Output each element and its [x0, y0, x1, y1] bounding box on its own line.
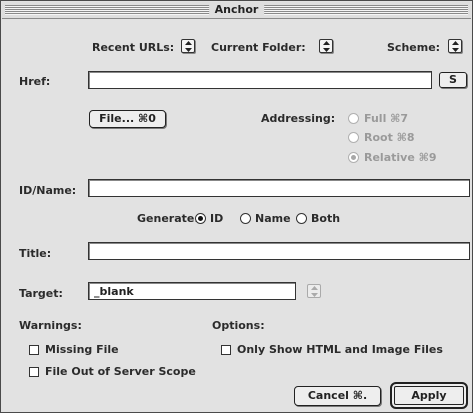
- href-input[interactable]: [88, 71, 432, 89]
- href-s-button[interactable]: S: [439, 72, 467, 88]
- id-name-input[interactable]: [88, 179, 470, 197]
- current-folder-popup[interactable]: [319, 39, 333, 53]
- recent-urls-label: Recent URLs:: [92, 41, 175, 54]
- addressing-full-radio[interactable]: [348, 113, 359, 124]
- addressing-root-radio[interactable]: [348, 132, 359, 143]
- title-input[interactable]: [88, 242, 470, 260]
- generate-label: Generate:: [137, 212, 199, 225]
- generate-name-label: Name: [255, 212, 291, 225]
- target-label: Target:: [19, 287, 63, 300]
- up-down-arrows-icon: [185, 41, 192, 52]
- apply-button[interactable]: Apply: [390, 382, 468, 409]
- up-down-arrows-icon: [323, 41, 330, 52]
- generate-both-radio[interactable]: [296, 213, 307, 224]
- generate-id-label: ID: [210, 212, 224, 225]
- target-popup[interactable]: [307, 284, 321, 298]
- title-label: Title:: [19, 247, 52, 260]
- apply-button-label: Apply: [411, 389, 447, 402]
- current-folder-label: Current Folder:: [211, 41, 306, 54]
- href-label: Href:: [19, 75, 51, 88]
- server-scope-checkbox[interactable]: [29, 367, 39, 377]
- title-bar[interactable]: Anchor: [2, 2, 471, 19]
- addressing-relative-radio[interactable]: [348, 152, 359, 163]
- recent-urls-popup[interactable]: [181, 39, 195, 53]
- scheme-popup[interactable]: [448, 39, 462, 53]
- only-html-images-checkbox[interactable]: [221, 345, 231, 355]
- warnings-label: Warnings:: [19, 319, 82, 332]
- missing-file-checkbox[interactable]: [29, 345, 39, 355]
- cancel-button[interactable]: Cancel ⌘.: [294, 386, 381, 406]
- generate-both-label: Both: [311, 212, 341, 225]
- scheme-label: Scheme:: [387, 41, 441, 54]
- anchor-dialog: Anchor Recent URLs: Current Folder: Sche…: [0, 0, 473, 413]
- addressing-label: Addressing:: [261, 112, 336, 125]
- up-down-arrows-icon: [311, 286, 318, 297]
- addressing-relative-label: Relative ⌘9: [364, 151, 437, 164]
- id-name-label: ID/Name:: [19, 184, 77, 197]
- only-html-images-label: Only Show HTML and Image Files: [237, 343, 443, 356]
- window-title: Anchor: [208, 2, 265, 18]
- target-input[interactable]: _blank: [88, 282, 296, 300]
- generate-name-radio[interactable]: [240, 213, 251, 224]
- addressing-full-label: Full ⌘7: [364, 112, 409, 125]
- addressing-root-label: Root ⌘8: [364, 131, 415, 144]
- generate-id-radio[interactable]: [195, 213, 206, 224]
- server-scope-label: File Out of Server Scope: [45, 365, 196, 378]
- missing-file-label: Missing File: [45, 343, 119, 356]
- up-down-arrows-icon: [452, 41, 459, 52]
- options-label: Options:: [212, 319, 265, 332]
- file-button[interactable]: File... ⌘0: [89, 110, 166, 128]
